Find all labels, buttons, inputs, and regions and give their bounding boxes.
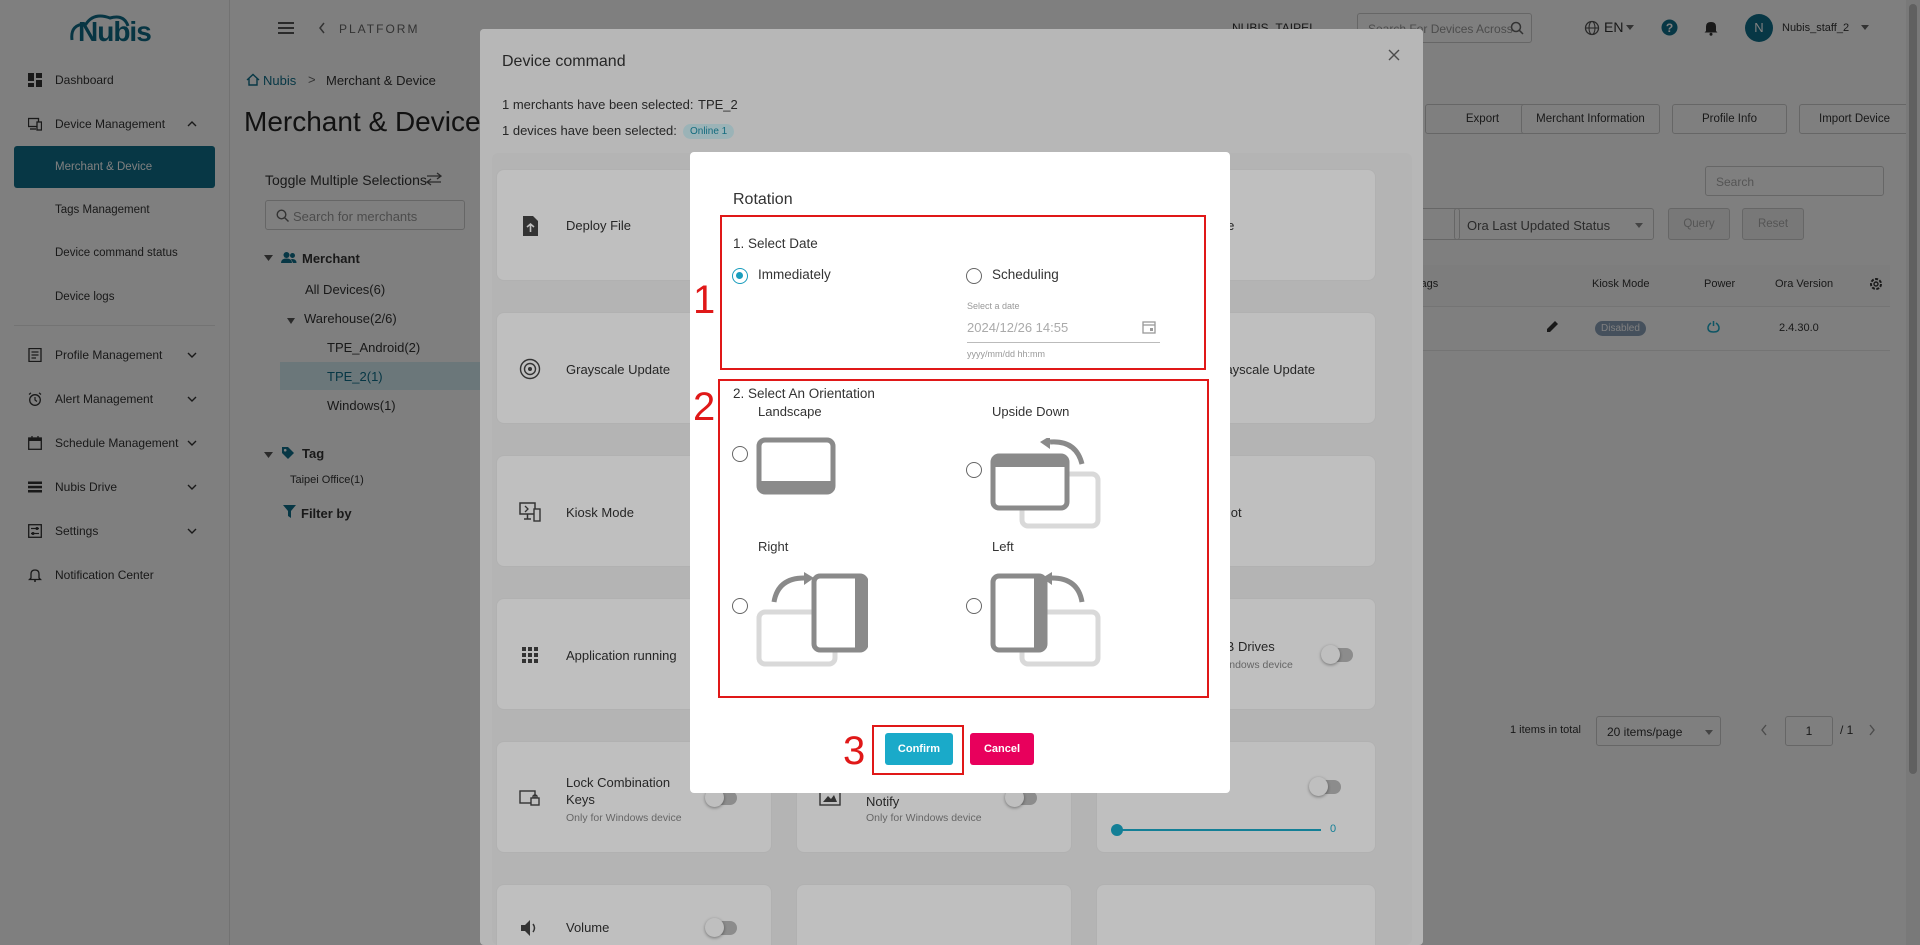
rotation-modal: Rotation 1. Select Date Immediately Sche…: [690, 152, 1230, 793]
orientation-label-upside-down: Upside Down: [992, 404, 1070, 419]
cancel-button[interactable]: Cancel: [970, 733, 1034, 765]
landscape-radio[interactable]: [732, 446, 748, 462]
scheduling-radio[interactable]: [966, 268, 982, 284]
orientation-label-left: Left: [992, 539, 1014, 554]
date-field-input[interactable]: 2024/12/26 14:55: [967, 320, 1068, 335]
rotation-title: Rotation: [733, 191, 793, 208]
step-select-date: 1. Select Date: [733, 236, 818, 251]
right-orientation-icon[interactable]: [756, 572, 868, 668]
left-radio[interactable]: [966, 598, 982, 614]
step-select-orientation: 2. Select An Orientation: [733, 386, 875, 401]
orientation-label-right: Right: [758, 539, 789, 554]
upside-down-radio[interactable]: [966, 462, 982, 478]
left-orientation-icon[interactable]: [990, 572, 1102, 668]
annotation-number-3: 3: [843, 729, 866, 773]
orientation-label-landscape: Landscape: [758, 404, 822, 419]
scheduling-label[interactable]: Scheduling: [992, 267, 1059, 282]
right-radio[interactable]: [732, 598, 748, 614]
immediately-label[interactable]: Immediately: [758, 267, 831, 282]
landscape-orientation-icon[interactable]: [756, 437, 836, 495]
annotation-number-1: 1: [693, 278, 716, 322]
date-field-underline: [967, 342, 1160, 343]
confirm-button[interactable]: Confirm: [885, 733, 953, 765]
upside-down-orientation-icon[interactable]: [990, 438, 1102, 530]
immediately-radio[interactable]: [732, 268, 748, 284]
calendar-icon[interactable]: [1142, 320, 1156, 334]
annotation-number-2: 2: [693, 385, 716, 429]
date-field-label: Select a date: [967, 301, 1020, 311]
date-field-hint: yyyy/mm/dd hh:mm: [967, 349, 1046, 359]
